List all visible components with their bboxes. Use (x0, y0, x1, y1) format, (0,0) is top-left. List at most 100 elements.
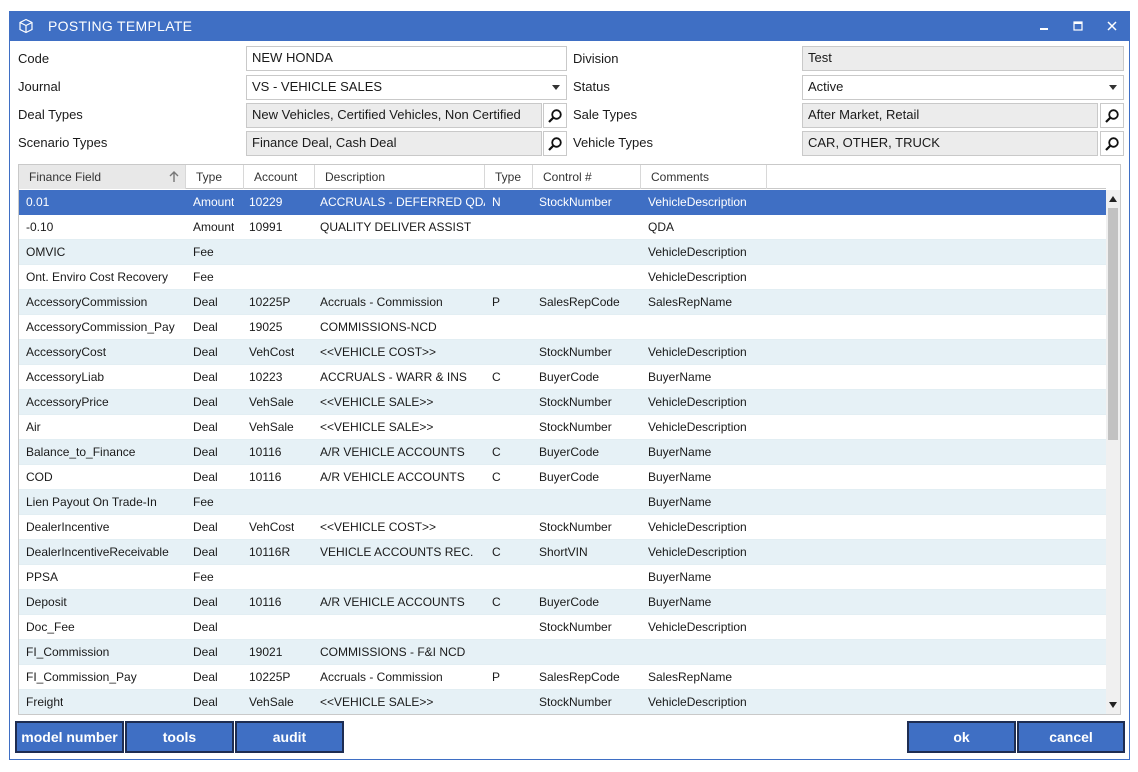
cell-entry-type: C (492, 445, 501, 459)
cell-finance-field: AccessoryCost (26, 345, 107, 359)
scroll-down-icon[interactable] (1109, 702, 1117, 708)
table-row[interactable]: Ont. Enviro Cost Recovery Fee VehicleDescr… (19, 265, 1106, 290)
table-row[interactable]: Balance_to_Finance Deal 10116 A/R VEHICLE A… (19, 440, 1106, 465)
column-header-label: Comments (651, 170, 710, 184)
table-row[interactable]: AccessoryCommission_Pay Deal 19025 COMMISSI… (19, 315, 1106, 340)
cell-account: VehCost (249, 520, 295, 534)
table-row[interactable]: Freight Deal VehSale <<VEHICLE SALE>> StockN… (19, 690, 1106, 714)
journal-select[interactable]: VS - VEHICLE SALES (246, 75, 567, 100)
table-row[interactable]: AccessoryCost Deal VehCost <<VEHICLE COST>>… (19, 340, 1106, 365)
maximize-icon (1073, 21, 1083, 31)
cell-description: COMMISSIONS-NCD (320, 320, 437, 334)
cell-type: Deal (193, 670, 218, 684)
cell-type: Deal (193, 420, 218, 434)
audit-button[interactable]: audit (235, 721, 344, 753)
cell-description: COMMISSIONS - F&I NCD (320, 645, 466, 659)
table-row[interactable]: -0.10 Amount 10991 QUALITY DELIVER ASSIST QD… (19, 215, 1106, 240)
title-bar: POSTING TEMPLATE (10, 12, 1129, 41)
column-header-finance-field[interactable]: Finance Field (19, 165, 186, 189)
table-row[interactable]: 0.01 Amount 10229 ACCRUALS - DEFERRED QDA N S… (19, 190, 1106, 215)
cell-comments: VehicleDescription (648, 420, 747, 434)
cell-description: Accruals - Commission (320, 295, 443, 309)
cell-comments: VehicleDescription (648, 545, 747, 559)
cell-type: Deal (193, 545, 218, 559)
deal-types-field: New Vehicles, Certified Vehicles, Non Ce… (246, 103, 542, 128)
column-header-label: Finance Field (29, 170, 102, 184)
table-row[interactable]: Air Deal VehSale <<VEHICLE SALE>> StockNumbe… (19, 415, 1106, 440)
vertical-scrollbar[interactable] (1106, 190, 1120, 714)
cell-finance-field: OMVIC (26, 245, 66, 259)
cell-control-number: StockNumber (539, 695, 612, 709)
tools-button[interactable]: tools (125, 721, 234, 753)
table-row[interactable]: DealerIncentiveReceivable Deal 10116R VEHIC… (19, 540, 1106, 565)
status-select[interactable]: Active (802, 75, 1124, 100)
cell-control-number: StockNumber (539, 195, 612, 209)
cell-account: 10116R (249, 545, 291, 559)
cancel-button[interactable]: cancel (1017, 721, 1125, 753)
column-header-label: Description (325, 170, 386, 184)
sale-types-label: Sale Types (573, 107, 638, 122)
ok-button[interactable]: ok (907, 721, 1016, 753)
table-row[interactable]: Deposit Deal 10116 A/R VEHICLE ACCOUNTS C Buy… (19, 590, 1106, 615)
cell-control-number: StockNumber (539, 620, 612, 634)
vehicle-types-lookup-button[interactable] (1100, 131, 1124, 156)
column-header-account[interactable]: Account (244, 165, 315, 189)
division-field: Test (802, 46, 1124, 71)
column-header-entry-type[interactable]: Type (485, 165, 533, 189)
cell-comments: VehicleDescription (648, 695, 747, 709)
cell-finance-field: DealerIncentive (26, 520, 110, 534)
vehicle-types-field: CAR, OTHER, TRUCK (802, 131, 1098, 156)
column-header-description[interactable]: Description (315, 165, 485, 189)
column-header-control-number[interactable]: Control # (533, 165, 641, 189)
cell-description: A/R VEHICLE ACCOUNTS (320, 595, 465, 609)
cell-finance-field: AccessoryCommission_Pay (26, 320, 175, 334)
column-header-comments[interactable]: Comments (641, 165, 767, 189)
table-row[interactable]: PPSA Fee BuyerName (19, 565, 1106, 590)
table-row[interactable]: COD Deal 10116 A/R VEHICLE ACCOUNTS C BuyerCo… (19, 465, 1106, 490)
status-label: Status (573, 79, 610, 94)
cell-account: 10223 (249, 370, 283, 384)
cell-account: 10225P (249, 670, 291, 684)
cell-comments: BuyerName (648, 570, 712, 584)
cell-control-number: BuyerCode (539, 370, 600, 384)
table-row[interactable]: Doc_Fee Deal StockNumber VehicleDescription (19, 615, 1106, 640)
cell-type: Fee (193, 495, 214, 509)
cell-description: A/R VEHICLE ACCOUNTS (320, 445, 465, 459)
table-row[interactable]: AccessoryLiab Deal 10223 ACCRUALS - WARR & … (19, 365, 1106, 390)
cell-account: VehSale (249, 420, 294, 434)
model-number-button[interactable]: model number (15, 721, 124, 753)
scenario-types-lookup-button[interactable] (543, 131, 567, 156)
table-row[interactable]: DealerIncentive Deal VehCost <<VEHICLE COST… (19, 515, 1106, 540)
scroll-up-icon[interactable] (1109, 196, 1117, 202)
cell-finance-field: Freight (26, 695, 64, 709)
cell-account: 19021 (249, 645, 283, 659)
cube-icon (18, 18, 34, 34)
cell-finance-field: FI_Commission (26, 645, 110, 659)
table-row[interactable]: AccessoryPrice Deal VehSale <<VEHICLE SALE>… (19, 390, 1106, 415)
maximize-button[interactable] (1067, 16, 1089, 36)
scrollbar-thumb[interactable] (1108, 208, 1118, 440)
table-row[interactable]: FI_Commission_Pay Deal 10225P Accruals - Co… (19, 665, 1106, 690)
cell-comments: VehicleDescription (648, 520, 747, 534)
cell-control-number: SalesRepCode (539, 295, 620, 309)
cell-account: 19025 (249, 320, 283, 334)
close-button[interactable] (1101, 16, 1123, 36)
column-header-type[interactable]: Type (186, 165, 244, 189)
cell-account: 10116 (249, 470, 282, 484)
table-row[interactable]: Lien Payout On Trade-In Fee BuyerName (19, 490, 1106, 515)
deal-types-lookup-button[interactable] (543, 103, 567, 128)
cell-type: Amount (193, 220, 235, 234)
table-row[interactable]: FI_Commission Deal 19021 COMMISSIONS - F&I … (19, 640, 1106, 665)
table-row[interactable]: AccessoryCommission Deal 10225P Accruals - … (19, 290, 1106, 315)
cell-comments: VehicleDescription (648, 345, 747, 359)
search-icon (548, 108, 562, 123)
cell-description: <<VEHICLE SALE>> (320, 395, 434, 409)
minimize-button[interactable] (1033, 16, 1055, 36)
cell-type: Fee (193, 270, 214, 284)
cell-description: <<VEHICLE COST>> (320, 520, 437, 534)
table-row[interactable]: OMVIC Fee VehicleDescription (19, 240, 1106, 265)
code-input[interactable]: NEW HONDA (246, 46, 567, 71)
cell-control-number: StockNumber (539, 420, 612, 434)
sale-types-lookup-button[interactable] (1100, 103, 1124, 128)
cell-control-number: BuyerCode (539, 595, 600, 609)
